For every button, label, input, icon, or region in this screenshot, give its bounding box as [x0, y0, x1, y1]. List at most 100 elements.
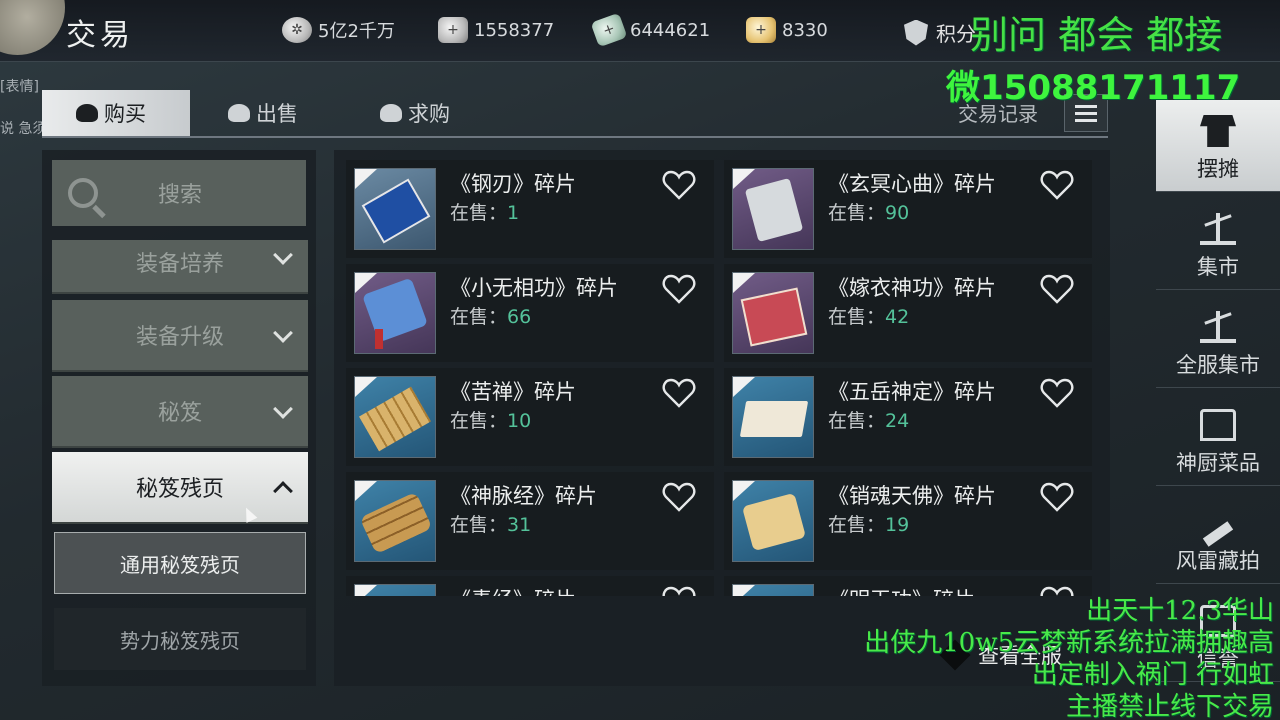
stock-label: 在售：: [450, 306, 508, 328]
list-icon-line: [1075, 111, 1097, 115]
stock-label: 在售：: [828, 202, 886, 224]
fragment-tag-icon: [355, 585, 377, 596]
fragment-tag-icon: [355, 169, 377, 189]
item-card[interactable]: 《销魂天佛》碎片 在售：19: [724, 472, 1092, 570]
item-stock: 在售：31: [450, 510, 531, 537]
item-card[interactable]: 《神脉经》碎片 在售：31: [346, 472, 714, 570]
item-name: 《五岳神定》碎片: [828, 380, 996, 404]
page-title: 交易: [66, 18, 134, 53]
item-name: 《玄冥心曲》碎片: [828, 172, 996, 196]
category-equipment-training[interactable]: 装备培养: [52, 240, 308, 294]
subcategory-label: 势力秘笈残页: [120, 628, 240, 653]
gavel-icon: [1202, 521, 1234, 547]
favorite-heart-icon[interactable]: [662, 482, 696, 512]
item-card[interactable]: 《五岳神定》碎片 在售：24: [724, 368, 1092, 466]
currency-value: 5亿2千万: [318, 21, 395, 42]
item-thumbnail: [732, 272, 814, 354]
stream-overlay-top: 别问 都会 都接: [970, 13, 1223, 57]
favorite-heart-icon[interactable]: [1040, 378, 1074, 408]
shield-icon: [904, 19, 928, 46]
rail-label: 全服集市: [1176, 353, 1260, 377]
currency-value: 8330: [782, 19, 828, 41]
stall-icon: [1200, 115, 1236, 147]
fragment-tag-icon: [733, 481, 755, 501]
search-icon: [68, 178, 98, 208]
item-card[interactable]: 《明玉功》碎片在售：: [724, 576, 1092, 596]
stock-count: 66: [507, 306, 532, 328]
item-name: 《毒经》碎片: [450, 584, 576, 596]
rail-item[interactable]: 全服集市: [1156, 296, 1280, 388]
favorite-heart-icon[interactable]: [662, 378, 696, 408]
category-label: 装备培养: [135, 252, 224, 277]
subcategory-label: 通用秘笈残页: [120, 552, 240, 577]
item-thumbnail: [732, 584, 814, 596]
item-card[interactable]: 《钢刃》碎片 在售：1: [346, 160, 714, 258]
stock-label: 在售：: [828, 514, 886, 536]
favorite-heart-icon[interactable]: [662, 170, 696, 200]
favorite-heart-icon[interactable]: [1040, 274, 1074, 304]
tab-label: 求购: [408, 102, 450, 126]
search-button[interactable]: 搜索: [52, 160, 306, 226]
tab-divider: [42, 136, 1108, 138]
item-stock: 在售：90: [828, 198, 909, 225]
tab-buy[interactable]: 购买: [42, 90, 190, 136]
item-stock: 在售：19: [828, 510, 909, 537]
item-card[interactable]: 《玄冥心曲》碎片 在售：90: [724, 160, 1092, 258]
item-stock: 在售：66: [450, 302, 531, 329]
category-manuals[interactable]: 秘笈: [52, 376, 308, 448]
search-label: 搜索: [158, 183, 203, 208]
favorite-heart-icon[interactable]: [1040, 586, 1074, 596]
tab-sell[interactable]: 出售: [228, 90, 298, 136]
rail-label: 摆摊: [1197, 157, 1239, 181]
subcategory-general-pages[interactable]: 通用秘笈残页: [54, 532, 306, 594]
favorite-heart-icon[interactable]: [1040, 170, 1074, 200]
chat-edge-text: 说 急须: [0, 121, 47, 137]
currency-silver: + 1558377: [438, 17, 554, 43]
score-button[interactable]: 积分: [904, 18, 976, 47]
list-icon-line: [1075, 118, 1097, 122]
item-name: 《小无相功》碎片: [450, 276, 618, 300]
item-name: 《钢刃》碎片: [450, 172, 576, 196]
rail-label: 神厨菜品: [1176, 451, 1260, 475]
rail-item[interactable]: 神厨菜品: [1156, 394, 1280, 486]
rail-item[interactable]: 集市: [1156, 198, 1280, 290]
tab-request[interactable]: 求购: [380, 90, 450, 136]
category-manual-pages[interactable]: 秘笈残页: [52, 452, 308, 524]
item-card[interactable]: 《毒经》碎片在售：: [346, 576, 714, 596]
item-thumbnail: [732, 376, 814, 458]
stock-label: 在售：: [450, 410, 508, 432]
item-card[interactable]: 《嫁衣神功》碎片 在售：42: [724, 264, 1092, 362]
chat-edge-text: [表情]: [0, 79, 39, 95]
coin-wheel-icon: ✲: [282, 17, 312, 43]
item-card[interactable]: 《小无相功》碎片 在售：66: [346, 264, 714, 362]
favorite-heart-icon[interactable]: [662, 586, 696, 596]
item-thumbnail: [354, 376, 436, 458]
stock-count: 24: [885, 410, 910, 432]
item-stock: 在售：42: [828, 302, 909, 329]
stream-overlay-phone: 微15088171117: [946, 68, 1241, 108]
category-equipment-upgrade[interactable]: 装备升级: [52, 300, 308, 372]
stock-label: 在售：: [450, 202, 508, 224]
rail-item[interactable]: 摆摊: [1156, 100, 1280, 192]
rail-item[interactable]: 风雷藏拍: [1156, 492, 1280, 584]
sell-icon: [228, 104, 250, 122]
scale-icon: [1200, 311, 1236, 343]
subcategory-faction-pages[interactable]: 势力秘笈残页: [54, 608, 306, 670]
favorite-heart-icon[interactable]: [662, 274, 696, 304]
scale-icon: [1200, 213, 1236, 245]
currency-value: 1558377: [474, 19, 555, 41]
item-grid: 《钢刃》碎片 在售：1 《玄冥心曲》碎片 在售：90 《小无相功》碎片 在售：66 《嫁衣神…: [346, 160, 1098, 596]
category-panel: 搜索 装备培养 装备升级 秘笈 秘笈残页 通用秘笈残页 势力秘笈残页: [42, 150, 316, 686]
currency-jade: + 6444621: [590, 12, 711, 48]
gold-ingot-icon: +: [746, 17, 776, 43]
moon-decoration: [0, 0, 65, 55]
stock-count: 31: [507, 514, 532, 536]
currency-value: 6444621: [630, 19, 711, 41]
item-stock: 在售：24: [828, 406, 909, 433]
fragment-tag-icon: [733, 169, 755, 189]
category-label: 秘笈残页: [135, 477, 224, 502]
stock-label: 在售：: [828, 410, 886, 432]
item-card[interactable]: 《苦禅》碎片 在售：10: [346, 368, 714, 466]
favorite-heart-icon[interactable]: [1040, 482, 1074, 512]
chevron-down-icon: [273, 245, 293, 265]
